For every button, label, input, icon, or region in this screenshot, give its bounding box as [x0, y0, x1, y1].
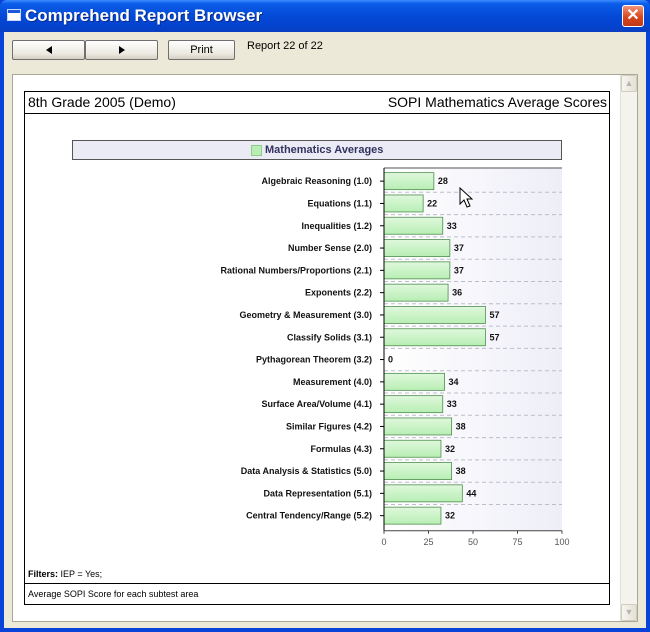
data-label: 32	[445, 444, 455, 454]
report-footer-text: Average SOPI Score for each subtest area	[28, 589, 199, 599]
bar	[383, 194, 424, 213]
vertical-scrollbar[interactable]: ▲ ▼	[620, 75, 637, 621]
bar	[383, 172, 435, 191]
arrow-right-icon	[118, 46, 125, 54]
category-label: Data Analysis & Statistics (5.0)	[241, 466, 372, 476]
scroll-up-button[interactable]: ▲	[621, 75, 637, 92]
report-browser-window: Comprehend Report Browser ✕ Print Report…	[0, 0, 650, 632]
data-label: 57	[489, 310, 499, 320]
bar	[383, 417, 453, 436]
category-label: Equations (1.1)	[307, 198, 372, 208]
data-label: 44	[466, 488, 476, 498]
category-label: Classify Solids (3.1)	[287, 332, 372, 342]
chevron-down-icon: ▼	[624, 607, 634, 617]
title-bar[interactable]: Comprehend Report Browser ✕	[0, 0, 650, 32]
category-label: Inequalities (1.2)	[301, 221, 372, 231]
window-icon	[7, 9, 21, 21]
category-label: Algebraic Reasoning (1.0)	[261, 176, 372, 186]
category-label: Exponents (2.2)	[305, 288, 372, 298]
category-label: Similar Figures (4.2)	[286, 421, 372, 431]
bar	[383, 283, 449, 302]
filters-label: Filters:	[28, 569, 59, 579]
x-tick-label: 100	[554, 537, 569, 547]
filters-line: Filters: IEP = Yes;	[28, 569, 102, 579]
client-area: Print Report 22 of 22 ▲ ▼ 8th Grade 2005…	[4, 32, 646, 628]
mouse-cursor-icon	[459, 187, 473, 208]
report-page: 8th Grade 2005 (Demo) SOPI Mathematics A…	[24, 91, 610, 605]
category-label: Formulas (4.3)	[310, 444, 372, 454]
x-tick-label: 25	[423, 537, 433, 547]
data-label: 57	[489, 332, 499, 342]
report-count: Report 22 of 22	[247, 40, 323, 52]
arrow-left-icon	[45, 46, 52, 54]
report-footer: Average SOPI Score for each subtest area	[25, 583, 609, 604]
bar	[383, 239, 451, 257]
bar	[383, 462, 453, 480]
data-label: 38	[456, 421, 466, 431]
bar	[383, 328, 486, 347]
category-label: Number Sense (2.0)	[288, 243, 372, 253]
previous-report-button[interactable]	[12, 40, 85, 60]
data-label: 37	[454, 243, 464, 253]
data-label: 38	[456, 466, 466, 476]
data-label: 22	[427, 198, 437, 208]
bar	[383, 484, 463, 503]
window-title: Comprehend Report Browser	[25, 6, 263, 25]
data-label: 37	[454, 265, 464, 275]
category-label: Central Tendency/Range (5.2)	[246, 511, 372, 521]
data-label: 32	[445, 511, 455, 521]
category-label: Geometry & Measurement (3.0)	[239, 310, 372, 320]
data-label: 33	[447, 399, 457, 409]
x-tick-label: 50	[468, 537, 478, 547]
bar-chart: Algebraic Reasoning (1.0) 28 Equations (1.…	[220, 167, 570, 547]
close-button[interactable]: ✕	[622, 5, 644, 27]
category-label: Data Representation (5.1)	[263, 488, 372, 498]
category-label: Rational Numbers/Proportions (2.1)	[220, 265, 372, 275]
data-label: 36	[452, 288, 462, 298]
bar	[383, 306, 486, 324]
bar	[383, 395, 444, 414]
bar	[383, 216, 444, 235]
data-label: 34	[449, 377, 459, 387]
bar	[383, 506, 442, 525]
category-label: Surface Area/Volume (4.1)	[261, 399, 372, 409]
report-viewer[interactable]: ▲ ▼ 8th Grade 2005 (Demo) SOPI Mathemati…	[12, 74, 638, 622]
bar	[383, 439, 442, 458]
data-label: 0	[388, 355, 393, 365]
next-report-button[interactable]	[85, 40, 158, 60]
bar	[383, 261, 451, 280]
x-tick-label: 75	[512, 537, 522, 547]
bar	[383, 372, 445, 391]
data-label: 33	[447, 221, 457, 231]
x-tick-label: 0	[381, 537, 386, 547]
chevron-up-icon: ▲	[624, 78, 634, 88]
category-label: Pythagorean Theorem (3.2)	[256, 355, 372, 365]
scroll-down-button[interactable]: ▼	[621, 604, 637, 621]
category-label: Measurement (4.0)	[293, 377, 372, 387]
print-button[interactable]: Print	[168, 40, 235, 60]
filters-value: IEP = Yes;	[60, 569, 103, 579]
data-label: 28	[438, 176, 448, 186]
close-icon: ✕	[626, 7, 640, 24]
